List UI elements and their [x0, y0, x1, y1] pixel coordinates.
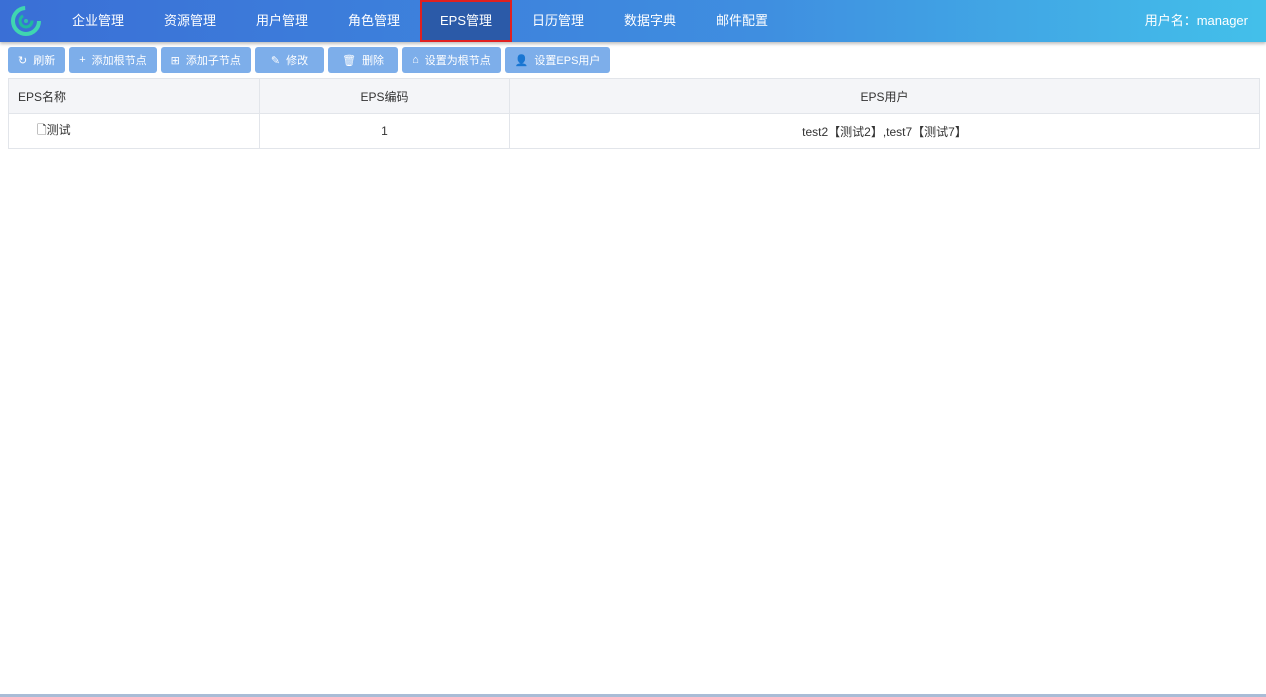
cell-code: 1: [259, 113, 510, 149]
logo-icon: [11, 6, 41, 36]
plus-square-icon: ⊞: [170, 54, 180, 67]
file-icon: 🗋: [37, 122, 47, 137]
header-code[interactable]: EPS编码: [259, 78, 510, 114]
refresh-icon: ↻: [18, 54, 28, 67]
home-icon: ⌂: [412, 54, 419, 66]
table-row[interactable]: 🗋测试 1 test2【测试2】,test7【测试7】: [8, 113, 1260, 149]
username-label: 用户名：manager: [1144, 13, 1248, 28]
nav-eps[interactable]: EPS管理: [420, 0, 512, 42]
user-icon: 👤: [514, 54, 529, 67]
set-root-button[interactable]: ⌂ 设置为根节点: [402, 47, 501, 73]
edit-icon: ✎: [270, 54, 281, 67]
cell-name: 🗋测试: [8, 113, 260, 149]
header-name[interactable]: EPS名称: [8, 78, 260, 114]
add-child-label: 添加子节点: [185, 55, 241, 67]
plus-icon: +: [79, 54, 86, 66]
nav-mail[interactable]: 邮件配置: [696, 0, 788, 42]
table-header: EPS名称 EPS编码 EPS用户: [8, 78, 1260, 114]
nav-dictionary[interactable]: 数据字典: [604, 0, 696, 42]
set-eps-user-button[interactable]: 👤 设置EPS用户: [504, 47, 611, 73]
nav-calendar[interactable]: 日历管理: [512, 0, 604, 42]
refresh-label: 刷新: [33, 55, 56, 67]
name-text: 测试: [46, 122, 71, 137]
cell-users: test2【测试2】,test7【测试7】: [509, 113, 1260, 149]
toolbar: ↻ 刷新 + 添加根节点 ⊞ 添加子节点 ✎ 修改 🗑 删除 ⌂ 设置为根节点 👤 设置EPS…: [0, 42, 1266, 78]
nav-resource[interactable]: 资源管理: [144, 0, 236, 42]
edit-button[interactable]: ✎ 修改: [254, 47, 325, 73]
nav-enterprise[interactable]: 企业管理: [52, 0, 144, 42]
delete-button[interactable]: 🗑 删除: [328, 47, 399, 73]
refresh-button[interactable]: ↻ 刷新: [8, 47, 66, 73]
add-child-button[interactable]: ⊞ 添加子节点: [160, 47, 251, 73]
eps-table: EPS名称 EPS编码 EPS用户 🗋测试 1 test2【测试2】,test7…: [8, 78, 1260, 149]
add-root-label: 添加根节点: [91, 55, 147, 67]
set-user-label: 设置EPS用户: [534, 55, 601, 67]
top-nav: 企业管理 资源管理 用户管理 角色管理 EPS管理 日历管理 数据字典 邮件配置…: [0, 0, 1266, 42]
set-root-label: 设置为根节点: [424, 55, 491, 67]
trash-icon: 🗑: [342, 54, 357, 67]
header-users[interactable]: EPS用户: [509, 78, 1260, 114]
edit-label: 修改: [286, 55, 309, 67]
delete-label: 删除: [362, 55, 385, 67]
nav-user[interactable]: 用户管理: [236, 0, 328, 42]
add-root-button[interactable]: + 添加根节点: [69, 47, 157, 73]
nav-role[interactable]: 角色管理: [328, 0, 420, 42]
